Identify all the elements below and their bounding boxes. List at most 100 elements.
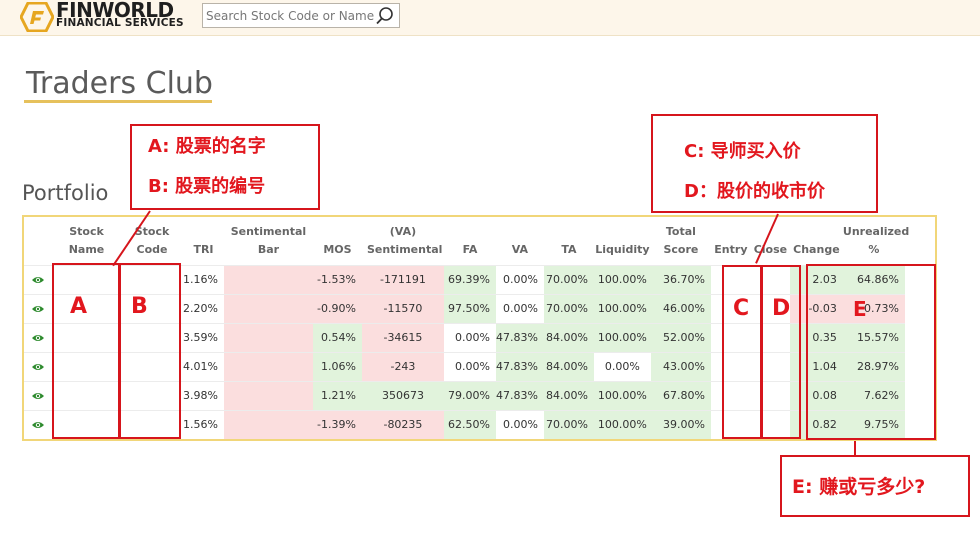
total-score-cell: 39.00% bbox=[650, 409, 711, 439]
eye-icon[interactable] bbox=[31, 275, 45, 285]
annotation-letter-b: B bbox=[131, 294, 148, 319]
view-cell[interactable] bbox=[24, 409, 52, 439]
liquidity-cell: 100.00% bbox=[593, 264, 651, 294]
total-score-cell: 67.80% bbox=[650, 380, 711, 410]
col-header-mos[interactable]: MOS bbox=[313, 217, 362, 265]
mos-cell: 0.54% bbox=[312, 322, 362, 352]
top-bar: FINWORLD FINANCIAL SERVICES bbox=[0, 0, 980, 36]
view-cell[interactable] bbox=[24, 293, 52, 323]
liquidity-cell: 0.00% bbox=[593, 351, 651, 381]
eye-icon[interactable] bbox=[31, 420, 45, 430]
ta-cell: 70.00% bbox=[543, 293, 594, 323]
view-cell[interactable] bbox=[24, 322, 52, 352]
sentimental-bar-cell bbox=[223, 380, 313, 410]
va-cell: 47.83% bbox=[495, 380, 544, 410]
sentimental-bar-cell bbox=[223, 409, 313, 439]
fa-cell: 62.50% bbox=[443, 409, 496, 439]
highlight-stock-code-column bbox=[119, 263, 181, 439]
va-sentimental-cell: -80235 bbox=[361, 409, 444, 439]
highlight-stock-name-column bbox=[52, 263, 120, 439]
liquidity-cell: 100.00% bbox=[593, 409, 651, 439]
eye-icon[interactable] bbox=[31, 304, 45, 314]
col-header-va[interactable]: VA bbox=[496, 217, 544, 265]
ta-cell: 70.00% bbox=[543, 409, 594, 439]
va-cell: 0.00% bbox=[495, 264, 544, 294]
finworld-logo-icon bbox=[20, 2, 54, 32]
fa-cell: 0.00% bbox=[443, 351, 496, 381]
col-header-sentimental-bar[interactable]: Sentimental Bar bbox=[224, 217, 313, 265]
sentimental-bar-cell bbox=[223, 322, 313, 352]
tri-cell: 2.20% bbox=[183, 293, 224, 323]
tri-cell: 3.98% bbox=[183, 380, 224, 410]
tri-cell: 3.59% bbox=[183, 322, 224, 352]
annotation-b-text: B: 股票的编号 bbox=[148, 176, 266, 197]
search-input[interactable] bbox=[206, 7, 374, 24]
annotation-d-text: D：股价的收市价 bbox=[684, 181, 825, 202]
col-header-entry[interactable]: Entry bbox=[711, 217, 751, 265]
view-cell[interactable] bbox=[24, 264, 52, 294]
col-header-liquidity[interactable]: Liquidity bbox=[594, 217, 651, 265]
col-header-stock-name[interactable]: Stock Name bbox=[52, 217, 121, 265]
brand-subtitle: FINANCIAL SERVICES bbox=[56, 17, 184, 29]
mos-cell: 1.21% bbox=[312, 380, 362, 410]
page-root: FINWORLD FINANCIAL SERVICES Traders Club… bbox=[0, 0, 980, 536]
col-header-label: Total Score bbox=[663, 224, 699, 256]
mos-cell: 1.06% bbox=[312, 351, 362, 381]
annotation-c-text: C: 导师买入价 bbox=[684, 141, 801, 162]
fa-cell: 69.39% bbox=[443, 264, 496, 294]
annotation-letter-e: E bbox=[853, 297, 867, 321]
connector-line-e bbox=[854, 441, 856, 456]
annotation-letter-d: D bbox=[772, 296, 791, 321]
col-header-fa[interactable]: FA bbox=[444, 217, 496, 265]
col-header-total-score[interactable]: Total Score bbox=[651, 217, 711, 265]
ta-cell: 84.00% bbox=[543, 380, 594, 410]
col-header-va-sentimental[interactable]: (VA) Sentimental bbox=[362, 217, 444, 265]
sentimental-bar-cell bbox=[223, 351, 313, 381]
va-cell: 47.83% bbox=[495, 322, 544, 352]
tri-cell: 1.16% bbox=[183, 264, 224, 294]
sentimental-bar-cell bbox=[223, 293, 313, 323]
fa-cell: 0.00% bbox=[443, 322, 496, 352]
eye-icon[interactable] bbox=[31, 391, 45, 401]
va-cell: 47.83% bbox=[495, 351, 544, 381]
col-header-change[interactable]: Change bbox=[790, 217, 843, 265]
fa-cell: 79.00% bbox=[443, 380, 496, 410]
va-sentimental-cell: -243 bbox=[361, 351, 444, 381]
mos-cell: -0.90% bbox=[312, 293, 362, 323]
annotation-e-text: E: 赚或亏多少? bbox=[792, 476, 926, 498]
title-underline bbox=[24, 100, 212, 103]
total-score-cell: 43.00% bbox=[650, 351, 711, 381]
annotation-a-text: A: 股票的名字 bbox=[148, 136, 266, 157]
ta-cell: 84.00% bbox=[543, 322, 594, 352]
annotation-letter-c: C bbox=[733, 296, 750, 321]
total-score-cell: 36.70% bbox=[650, 264, 711, 294]
eye-icon[interactable] bbox=[31, 362, 45, 372]
view-cell[interactable] bbox=[24, 380, 52, 410]
mos-cell: -1.53% bbox=[312, 264, 362, 294]
finworld-logo[interactable]: FINWORLD FINANCIAL SERVICES bbox=[20, 0, 190, 34]
tri-cell: 4.01% bbox=[183, 351, 224, 381]
va-sentimental-cell: -34615 bbox=[361, 322, 444, 352]
col-header-label: Unrealized % bbox=[842, 224, 910, 256]
sentimental-bar-cell bbox=[223, 264, 313, 294]
col-header-tri[interactable]: TRI bbox=[183, 217, 224, 265]
view-cell[interactable] bbox=[24, 351, 52, 381]
liquidity-cell: 100.00% bbox=[593, 380, 651, 410]
highlight-close-column bbox=[761, 265, 801, 439]
col-header-ta[interactable]: TA bbox=[544, 217, 594, 265]
search-icon[interactable] bbox=[375, 6, 395, 26]
tri-cell: 1.56% bbox=[183, 409, 224, 439]
total-score-cell: 46.00% bbox=[650, 293, 711, 323]
va-sentimental-cell: 350673 bbox=[361, 380, 444, 410]
search-box[interactable] bbox=[202, 3, 400, 28]
va-cell: 0.00% bbox=[495, 409, 544, 439]
annotation-letter-a: A bbox=[70, 294, 88, 319]
highlight-change-unrealized-columns bbox=[806, 264, 936, 440]
col-header-view bbox=[24, 217, 52, 265]
page-title: Traders Club bbox=[26, 66, 213, 101]
col-header-unrealized[interactable]: Unrealized % bbox=[842, 217, 910, 265]
va-cell: 0.00% bbox=[495, 293, 544, 323]
eye-icon[interactable] bbox=[31, 333, 45, 343]
liquidity-cell: 100.00% bbox=[593, 293, 651, 323]
mos-cell: -1.39% bbox=[312, 409, 362, 439]
